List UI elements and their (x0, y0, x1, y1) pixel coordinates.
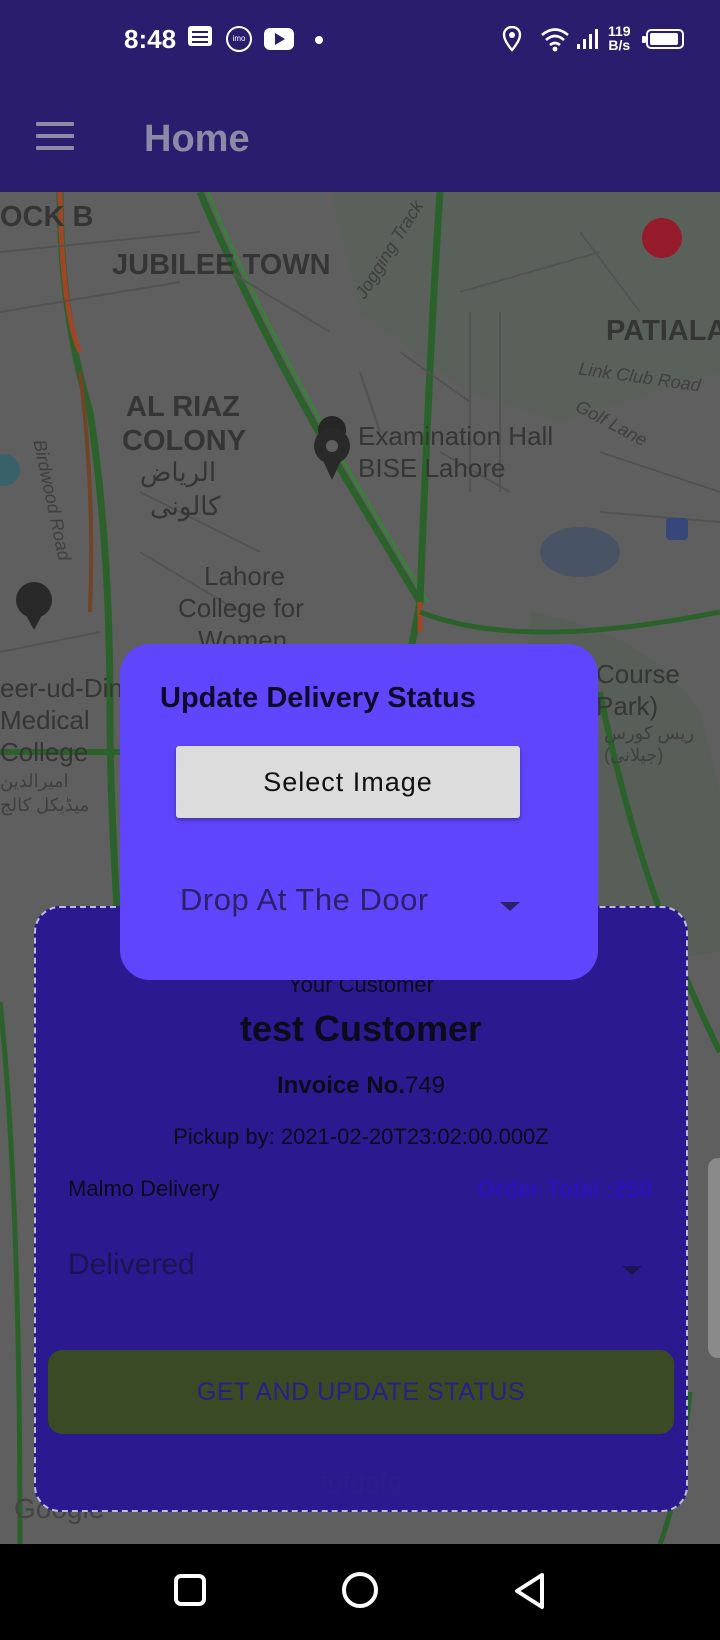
signal-icon (577, 29, 598, 49)
map-label-jubilee-town: JUBILEE TOWN (112, 249, 331, 281)
wifi-icon (541, 28, 569, 52)
update-delivery-dialog: Update Delivery Status Select Image Drop… (120, 644, 598, 980)
map-label-lahore: Lahore (204, 561, 285, 591)
map-label-race-course: Course (596, 659, 680, 689)
delivery-option-dropdown[interactable]: Drop At The Door (180, 872, 520, 932)
customer-name: test Customer (239, 1008, 483, 1049)
update-status-button[interactable]: GET AND UPDATE STATUS (48, 1350, 674, 1434)
hamburger-menu-icon[interactable] (36, 120, 76, 152)
delivery-option-value: Drop At The Door (180, 882, 429, 917)
map-label-colony-urdu: کالونی (150, 491, 221, 521)
app-bar: Home (0, 82, 720, 192)
status-dropdown[interactable]: Delivered (68, 1238, 654, 1298)
invoice-label: Invoice No. (276, 1072, 405, 1099)
map-label-race-course-urdu: ریس کورس (604, 723, 695, 743)
map-label-block-b: OCK B (0, 201, 94, 233)
dropdown-arrow-icon (622, 1266, 642, 1275)
dropdown-arrow-icon (500, 902, 520, 911)
map-label-al-riaz-urdu: الریاض (140, 457, 217, 487)
recent-apps-button[interactable] (174, 1574, 206, 1606)
pickup-time: Pickup by: 2021-02-20T23:02:00.000Z (173, 1124, 549, 1149)
map-label-college-for: College for (178, 593, 304, 623)
map-label-race-course-park: Park) (596, 691, 659, 721)
side-drawer-handle[interactable] (708, 1158, 720, 1358)
page-title: Home (144, 118, 250, 160)
order-card: Your Customer test Customer Invoice No.7… (34, 906, 688, 1512)
map-label-colony: COLONY (122, 425, 247, 457)
network-speed-unit: B/s (608, 37, 631, 53)
delivery-company: Malmo Delivery (68, 1176, 220, 1201)
invoice-line: Invoice No.749 (36, 1072, 686, 1100)
map-label-patiala: PATIALA (606, 315, 720, 347)
map-label-examination-hall: Examination Hall (358, 421, 554, 451)
card-footer-text: fgfggfg (319, 1468, 403, 1495)
invoice-number: 749 (404, 1072, 446, 1099)
status-bar: 8:48 imo 119 B/s (0, 0, 720, 82)
dialog-title: Update Delivery Status (160, 682, 476, 714)
map-label-college: College (0, 737, 89, 767)
location-icon (502, 26, 522, 52)
map-label-ameer-urdu: امیرالدین (0, 771, 69, 791)
status-time: 8:48 (124, 24, 177, 54)
network-speed: 119 B/s (608, 24, 631, 52)
map-label-race-course-urdu-2: (جیلانی) (604, 745, 664, 765)
battery-icon (642, 29, 684, 49)
map-label-al-riaz: AL RIAZ (126, 391, 240, 423)
map-label-ameer-ud-din: eer-ud-Din (0, 673, 123, 703)
notification-dot-icon (315, 36, 323, 44)
imo-icon: imo (226, 26, 252, 52)
back-button[interactable] (512, 1572, 548, 1610)
youtube-icon (264, 28, 294, 50)
system-nav-bar (0, 1544, 720, 1640)
status-dropdown-value: Delivered (68, 1248, 195, 1281)
map-label-medical-urdu: میڈیکل کالج (0, 795, 90, 815)
map-label-medical: Medical (0, 705, 90, 735)
map-label-bise-lahore: BISE Lahore (358, 453, 506, 483)
order-total: Order Total :250 (477, 1176, 652, 1202)
home-button[interactable] (342, 1572, 378, 1608)
select-image-button[interactable]: Select Image (176, 746, 520, 818)
message-icon (188, 26, 212, 46)
